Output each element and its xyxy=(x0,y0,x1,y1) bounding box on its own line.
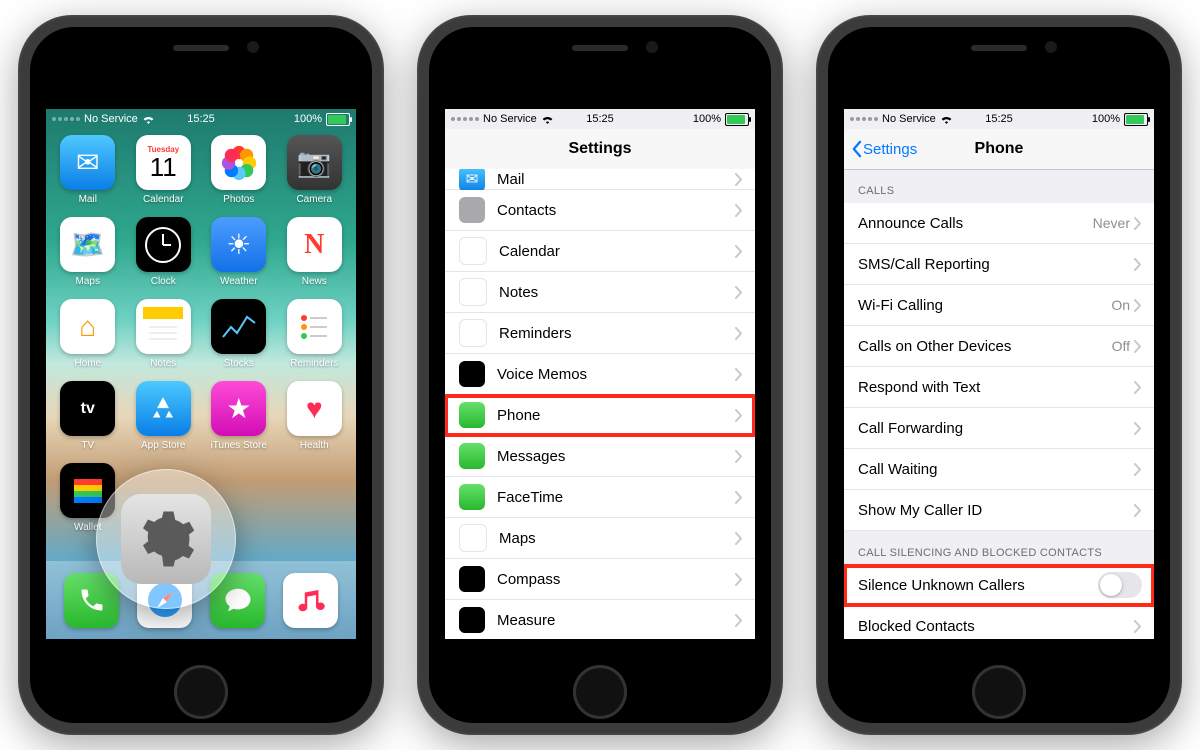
app-mail[interactable]: ✉︎Mail xyxy=(54,135,122,205)
chevron-right-icon xyxy=(735,614,743,627)
chevron-right-icon xyxy=(735,368,743,381)
back-button[interactable]: Settings xyxy=(850,140,917,158)
app-itunes[interactable]: ★iTunes Store xyxy=(205,381,273,451)
phone-home: No Service 15:25 100% ✉︎Mail Tuesday11Ca… xyxy=(18,15,384,735)
measure-icon xyxy=(459,607,485,633)
row-respond-with-text[interactable]: Respond with Text xyxy=(844,367,1154,408)
app-home[interactable]: ⌂Home xyxy=(54,299,122,369)
calendar-icon xyxy=(459,237,487,265)
app-photos[interactable]: Photos xyxy=(205,135,273,205)
row-silence-unknown-callers[interactable]: Silence Unknown Callers xyxy=(844,565,1154,606)
chevron-right-icon xyxy=(735,204,743,217)
facetime-icon xyxy=(459,484,485,510)
app-notes[interactable]: Notes xyxy=(130,299,198,369)
settings-row-reminders[interactable]: Reminders xyxy=(445,313,755,354)
settings-row-contacts[interactable]: Contacts xyxy=(445,190,755,231)
toggle[interactable] xyxy=(1098,572,1142,598)
chevron-right-icon xyxy=(1134,340,1142,353)
chevron-right-icon xyxy=(735,286,743,299)
app-maps[interactable]: 🗺️Maps xyxy=(54,217,122,287)
settings-row-phone[interactable]: Phone xyxy=(445,395,755,436)
magnified-settings[interactable] xyxy=(96,469,236,609)
section-silencing: CALL SILENCING AND BLOCKED CONTACTS xyxy=(844,531,1154,565)
app-news[interactable]: NNews xyxy=(281,217,349,287)
settings-row-notes[interactable]: Notes xyxy=(445,272,755,313)
reminders-icon xyxy=(459,319,487,347)
chevron-right-icon xyxy=(1134,299,1142,312)
app-camera[interactable]: 📷Camera xyxy=(281,135,349,205)
chevron-right-icon xyxy=(735,491,743,504)
settings-row-compass[interactable]: Compass xyxy=(445,559,755,600)
settings-row-measure[interactable]: Measure xyxy=(445,600,755,639)
phone-settings-list[interactable]: CALLSAnnounce CallsNeverSMS/Call Reporti… xyxy=(844,169,1154,639)
settings-list[interactable]: ✉︎MailContactsCalendarNotesRemindersVoic… xyxy=(445,169,755,639)
chevron-right-icon xyxy=(735,245,743,258)
chevron-right-icon xyxy=(1134,504,1142,517)
phone-icon xyxy=(459,402,485,428)
settings-row-messages[interactable]: Messages xyxy=(445,436,755,477)
compass-icon xyxy=(459,566,485,592)
app-tv[interactable]: tvTV xyxy=(54,381,122,451)
status-bar: No Service 15:25 100% xyxy=(46,109,356,129)
row-show-my-caller-id[interactable]: Show My Caller ID xyxy=(844,490,1154,531)
settings-row-voice-memos[interactable]: Voice Memos xyxy=(445,354,755,395)
status-bar: No Service 15:25 100% xyxy=(844,109,1154,129)
chevron-right-icon xyxy=(1134,381,1142,394)
navbar: Settings Phone xyxy=(844,129,1154,170)
app-health[interactable]: ♥︎Health xyxy=(281,381,349,451)
messages-icon xyxy=(459,443,485,469)
row-calls-on-other-devices[interactable]: Calls on Other DevicesOff xyxy=(844,326,1154,367)
status-bar: No Service 15:25 100% xyxy=(445,109,755,129)
home-button[interactable] xyxy=(972,665,1026,719)
voicememo-icon xyxy=(459,361,485,387)
app-weather[interactable]: ☀︎Weather xyxy=(205,217,273,287)
app-clock[interactable]: Clock xyxy=(130,217,198,287)
settings-row-calendar[interactable]: Calendar xyxy=(445,231,755,272)
chevron-right-icon xyxy=(735,450,743,463)
app-reminders[interactable]: Reminders xyxy=(281,299,349,369)
dock-music[interactable] xyxy=(283,573,338,628)
chevron-right-icon xyxy=(735,173,743,186)
row-sms-call-reporting[interactable]: SMS/Call Reporting xyxy=(844,244,1154,285)
chevron-right-icon xyxy=(735,327,743,340)
row-call-waiting[interactable]: Call Waiting xyxy=(844,449,1154,490)
chevron-right-icon xyxy=(735,409,743,422)
chevron-right-icon xyxy=(1134,620,1142,633)
settings-icon[interactable] xyxy=(121,494,211,584)
settings-row-maps[interactable]: Maps xyxy=(445,518,755,559)
section-calls: CALLS xyxy=(844,169,1154,203)
chevron-right-icon xyxy=(1134,422,1142,435)
chevron-right-icon xyxy=(1134,217,1142,230)
phone-phone-settings: No Service 15:25 100% Settings Phone CAL… xyxy=(816,15,1182,735)
settings-row-facetime[interactable]: FaceTime xyxy=(445,477,755,518)
chevron-right-icon xyxy=(1134,258,1142,271)
row-call-forwarding[interactable]: Call Forwarding xyxy=(844,408,1154,449)
chevron-right-icon xyxy=(1134,463,1142,476)
chevron-right-icon xyxy=(735,573,743,586)
page-title: Settings xyxy=(568,140,631,158)
row-wi-fi-calling[interactable]: Wi-Fi CallingOn xyxy=(844,285,1154,326)
home-grid: ✉︎Mail Tuesday11Calendar Photos 📷Camera … xyxy=(46,129,356,533)
app-calendar[interactable]: Tuesday11Calendar xyxy=(130,135,198,205)
contacts-icon xyxy=(459,197,485,223)
row-blocked-contacts[interactable]: Blocked Contacts xyxy=(844,606,1154,639)
home-button[interactable] xyxy=(573,665,627,719)
settings-row-mail[interactable]: ✉︎Mail xyxy=(445,169,755,190)
clock: 15:25 xyxy=(187,113,215,125)
row-announce-calls[interactable]: Announce CallsNever xyxy=(844,203,1154,244)
home-button[interactable] xyxy=(174,665,228,719)
app-stocks[interactable]: Stocks xyxy=(205,299,273,369)
mail-icon: ✉︎ xyxy=(459,169,485,192)
navbar: Settings xyxy=(445,129,755,170)
notes-icon xyxy=(459,278,487,306)
chevron-right-icon xyxy=(735,532,743,545)
phone-settings: No Service 15:25 100% Settings ✉︎MailCon… xyxy=(417,15,783,735)
page-title: Phone xyxy=(975,140,1024,158)
app-appstore[interactable]: App Store xyxy=(130,381,198,451)
maps-icon xyxy=(459,524,487,552)
